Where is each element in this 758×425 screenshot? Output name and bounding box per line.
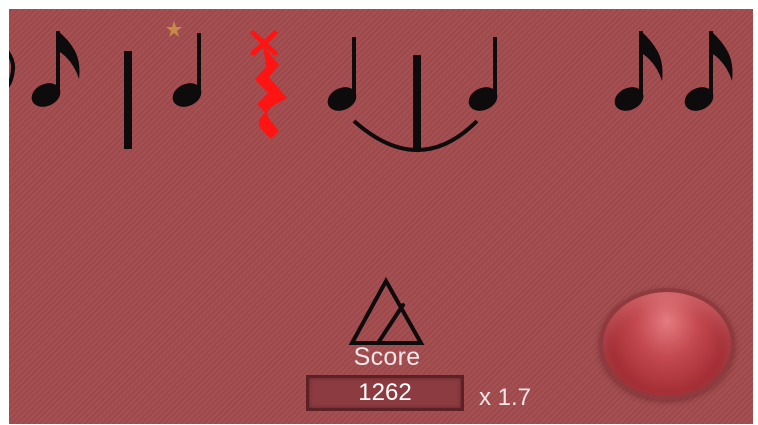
tap-button[interactable] — [599, 288, 735, 400]
metronome-icon — [348, 277, 425, 345]
quarter-note-icon — [327, 37, 357, 111]
eighth-note-icon — [684, 31, 733, 111]
quarter-note-icon — [468, 37, 498, 111]
score-label: Score — [353, 343, 421, 371]
music-staff — [9, 21, 733, 152]
game-screen: Score 1262 x 1.7 — [9, 9, 753, 424]
quarter-rest-icon — [255, 45, 287, 139]
bar-line — [124, 51, 132, 149]
eighth-note-icon — [614, 31, 663, 111]
star-icon — [166, 21, 182, 37]
quarter-note-icon — [172, 33, 202, 107]
bar-line — [413, 55, 421, 151]
score-value: 1262 — [306, 375, 464, 411]
score-multiplier: x 1.7 — [479, 384, 532, 411]
eighth-note-icon-partial — [9, 50, 16, 88]
eighth-note-icon — [31, 31, 80, 107]
